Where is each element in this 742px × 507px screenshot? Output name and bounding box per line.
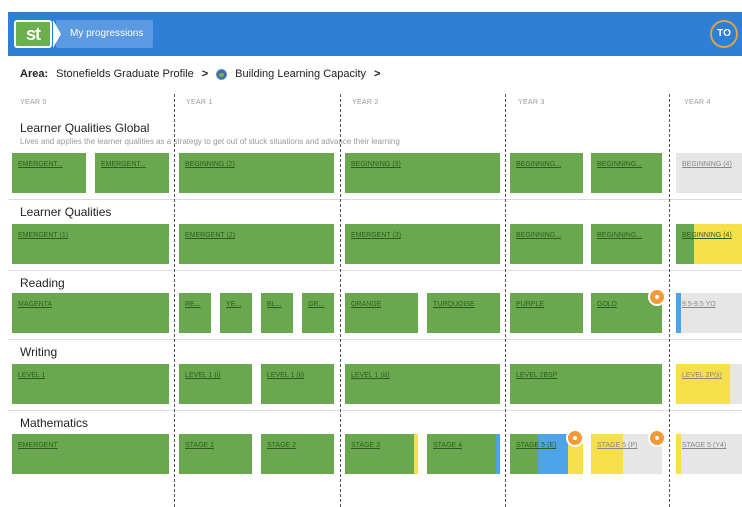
breadcrumb-separator: >: [374, 68, 381, 80]
section-title-learner-qualities: Learner Qualities: [20, 205, 112, 219]
progression-block[interactable]: LEVEL 1 (ii): [261, 364, 334, 404]
progression-block[interactable]: BEGINNING (3): [345, 153, 500, 193]
progression-block[interactable]: MAGENTA: [12, 293, 169, 333]
progression-block[interactable]: LEVEL 2P(ii): [676, 364, 742, 404]
progression-block[interactable]: LEVEL 1 (iii): [345, 364, 500, 404]
breadcrumb-separator: >: [201, 68, 209, 80]
section-title-writing: Writing: [20, 345, 58, 359]
breadcrumb-item-graduate-profile[interactable]: Stonefields Graduate Profile: [56, 68, 194, 80]
section-divider: [8, 270, 742, 271]
progression-block[interactable]: 9.5-9.5 YO: [676, 293, 742, 333]
section-description: Lives and applies the learner qualities …: [20, 137, 400, 146]
breadcrumb: Area: Stonefields Graduate Profile > Bui…: [20, 66, 380, 82]
year-header-2: YEAR 2: [352, 99, 379, 106]
section-divider: [8, 410, 742, 411]
progression-block[interactable]: BEGINNING...: [510, 224, 583, 264]
section-title-learner-qualities-global: Learner Qualities Global: [20, 121, 150, 135]
year-header-0: YEAR 0: [20, 99, 47, 106]
progression-block[interactable]: STAGE 4: [427, 434, 500, 474]
progression-block[interactable]: STAGE 3: [345, 434, 418, 474]
top-bar: st My progressions TO: [8, 12, 742, 56]
year-divider: [174, 94, 175, 507]
progression-block[interactable]: STAGE 1: [179, 434, 252, 474]
progression-block[interactable]: EMERGENT (2): [179, 224, 334, 264]
breadcrumb-item-learning-capacity[interactable]: Building Learning Capacity: [235, 68, 366, 80]
progression-block[interactable]: ORANGE: [345, 293, 418, 333]
progression-block[interactable]: RE...: [179, 293, 211, 333]
progression-block[interactable]: BEGINNING (2): [179, 153, 334, 193]
progression-block[interactable]: LEVEL 1 (i): [179, 364, 252, 404]
progression-block[interactable]: BEGINNING...: [591, 224, 662, 264]
progression-block[interactable]: GR...: [302, 293, 334, 333]
progression-block[interactable]: BEGINNING (4): [676, 153, 742, 193]
chevron-right-icon: [53, 20, 61, 48]
my-progressions-button[interactable]: My progressions: [56, 20, 154, 48]
section-divider: [8, 339, 742, 340]
progression-block[interactable]: BEGINNING...: [510, 153, 583, 193]
progression-block[interactable]: EMERGENT...: [95, 153, 169, 193]
progression-block[interactable]: STAGE 5 (Y4): [676, 434, 742, 474]
year-header-4: YEAR 4: [684, 99, 711, 106]
progression-block[interactable]: BL...: [261, 293, 293, 333]
progression-block[interactable]: BEGINNING (4): [676, 224, 742, 264]
area-label: Area:: [20, 68, 49, 80]
year-divider: [669, 94, 670, 507]
year-header-3: YEAR 3: [518, 99, 545, 106]
year-divider: [340, 94, 341, 507]
section-title-mathematics: Mathematics: [20, 416, 89, 430]
progression-block[interactable]: PURPLE: [510, 293, 583, 333]
flag-icon[interactable]: [648, 429, 666, 447]
progression-block[interactable]: STAGE 2: [261, 434, 334, 474]
year-header-1: YEAR 1: [186, 99, 213, 106]
progression-block[interactable]: EMERGENT (1): [12, 224, 169, 264]
user-avatar[interactable]: TO: [710, 20, 738, 48]
flag-icon[interactable]: [566, 429, 584, 447]
progression-block[interactable]: LEVEL 2BSP: [510, 364, 662, 404]
progression-block[interactable]: TURQUOISE: [427, 293, 500, 333]
progression-block[interactable]: EMERGENT: [12, 434, 169, 474]
progression-block[interactable]: BEGINNING...: [591, 153, 662, 193]
progression-block[interactable]: EMERGENT...: [12, 153, 86, 193]
globe-icon: [216, 68, 228, 80]
progression-block[interactable]: LEVEL 1: [12, 364, 169, 404]
section-divider: [8, 199, 742, 200]
flag-icon[interactable]: [648, 288, 666, 306]
section-title-reading: Reading: [20, 276, 65, 290]
progression-block[interactable]: EMERGENT (3): [345, 224, 500, 264]
app-logo[interactable]: st: [14, 20, 52, 48]
progression-block[interactable]: YE...: [220, 293, 252, 333]
year-divider: [505, 94, 506, 507]
